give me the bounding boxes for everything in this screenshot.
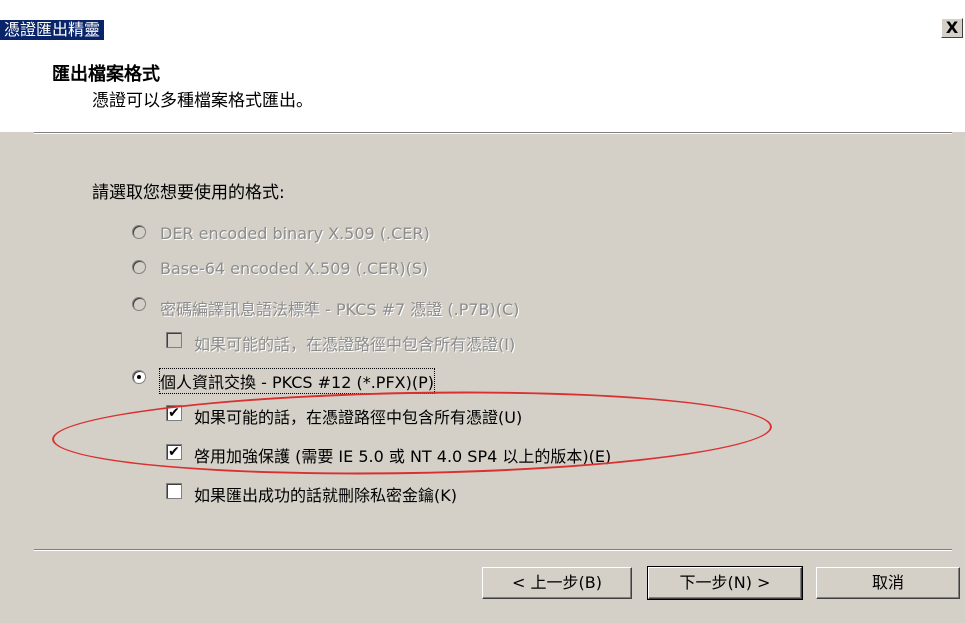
- cancel-button[interactable]: 取消: [816, 567, 960, 599]
- checkbox-label-pkcs7-include-all: 如果可能的話，在憑證路徑中包含所有憑證(I): [194, 335, 516, 354]
- back-button[interactable]: < 上一步(B): [482, 567, 632, 599]
- radio-selected-dot: [137, 375, 141, 379]
- footer-divider: [34, 549, 952, 551]
- checkbox-pfx-include-all[interactable]: ✔: [166, 405, 182, 421]
- next-button[interactable]: 下一步(N) >: [647, 566, 803, 600]
- wizard-header: 匯出檔案格式 憑證可以多種檔案格式匯出。: [0, 40, 965, 132]
- checkbox-delete-private-key[interactable]: [166, 483, 182, 499]
- certificate-export-wizard-dialog: 憑證匯出精靈 X 匯出檔案格式 憑證可以多種檔案格式匯出。 請選取您想要使用的格…: [0, 0, 965, 623]
- radio-button-der[interactable]: [132, 225, 146, 239]
- radio-label-base64: Base-64 encoded X.509 (.CER)(S): [160, 259, 429, 278]
- header-divider: [34, 132, 952, 134]
- page-title: 匯出檔案格式: [52, 64, 160, 85]
- window-title: 憑證匯出精靈: [0, 20, 105, 40]
- checkbox-pkcs7-include-all[interactable]: [166, 332, 182, 348]
- title-bar: 憑證匯出精靈 X: [0, 0, 965, 40]
- checkbox-label-strong-protection: 啓用加強保護 (需要 IE 5.0 或 NT 4.0 SP4 以上的版本)(E): [194, 447, 612, 466]
- radio-button-base64[interactable]: [132, 260, 146, 274]
- radio-button-pfx[interactable]: [132, 370, 146, 384]
- page-subtitle: 憑證可以多種檔案格式匯出。: [92, 91, 313, 111]
- checkbox-label-delete-private-key: 如果匯出成功的話就刪除私密金鑰(K): [194, 486, 457, 505]
- checkbox-label-pfx-include-all: 如果可能的話，在憑證路徑中包含所有憑證(U): [194, 408, 523, 427]
- radio-label-der: DER encoded binary X.509 (.CER): [160, 224, 430, 243]
- radio-label-pkcs7: 密碼編譯訊息語法標準 - PKCS #7 憑證 (.P7B)(C): [160, 300, 520, 319]
- radio-button-pkcs7[interactable]: [132, 297, 146, 311]
- format-prompt: 請選取您想要使用的格式:: [92, 183, 285, 203]
- radio-label-pfx: 個人資訊交換 - PKCS #12 (*.PFX)(P): [159, 368, 435, 394]
- checkbox-strong-protection[interactable]: ✔: [166, 444, 182, 460]
- close-button[interactable]: X: [941, 18, 963, 38]
